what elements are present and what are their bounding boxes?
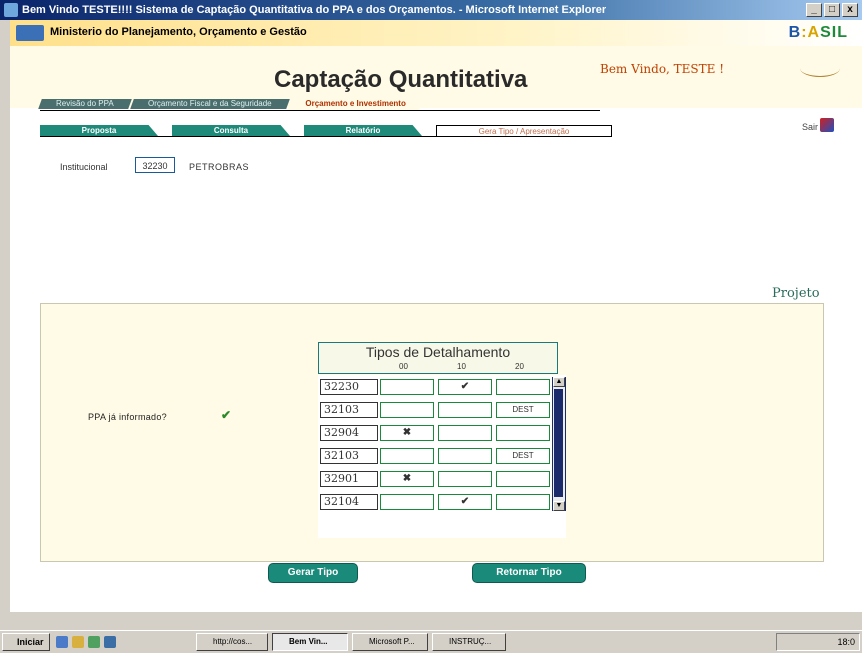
row-code: 32230 [320,379,378,395]
cell-20[interactable] [496,425,550,441]
ministry-bar: Ministerio do Planejamento, Orçamento e … [10,20,862,46]
institution-code-field[interactable]: 32230 [135,157,175,173]
row-code: 32103 [320,402,378,418]
status-bar [10,611,862,626]
tab-consulta[interactable]: Consulta [172,125,290,136]
scroll-up-icon[interactable]: ▲ [553,377,565,387]
cell-20[interactable]: DEST [496,402,550,418]
scroll-thumb[interactable] [554,389,563,497]
ppa-check-icon: ✔ [221,408,232,422]
quicklaunch-ie-icon[interactable] [104,636,116,648]
taskbar: Iniciar http://cos... Bem Vin... Microso… [0,630,862,653]
cell-10[interactable] [438,471,492,487]
row-code: 32901 [320,471,378,487]
maximize-button[interactable]: □ [824,3,840,17]
main-tabs-divider [40,110,600,111]
welcome-message: Bem Vindo, TESTE ! [600,62,725,76]
institution-label: Institucional [60,162,108,172]
column-header-00: 00 [399,362,408,371]
taskbar-item-http[interactable]: http://cos... [196,633,268,651]
cell-10[interactable] [438,425,492,441]
decorative-swoosh-icon [800,60,840,77]
minimize-button[interactable]: _ [806,3,822,17]
tab-orcamento-fiscal[interactable]: Orçamento Fiscal e da Seguridade [129,99,290,109]
quicklaunch-app-icon[interactable] [88,636,100,648]
cell-20[interactable] [496,471,550,487]
exit-link[interactable]: Sair [802,122,818,132]
detalhamento-grid: 32230 ✔ 32103 DEST 32904 ✖ 32103 DEST 32… [318,375,566,538]
cell-10-check-icon[interactable]: ✔ [438,494,492,510]
taskbar-item-instruc[interactable]: INSTRUÇ... [432,633,506,651]
window-titlebar: Bem Vindo TESTE!!!! Sistema de Captação … [0,0,862,20]
page-title: Captação Quantitativa [274,66,528,93]
start-button[interactable]: Iniciar [2,633,50,651]
cell-00[interactable] [380,448,434,464]
clock: 18:0 [837,637,855,647]
column-header-20: 20 [515,362,524,371]
ie-icon [4,3,18,17]
grid-scrollbar[interactable]: ▲ ▼ [552,377,566,511]
cell-10-check-icon[interactable]: ✔ [438,379,492,395]
taskbar-item-bem-vindo[interactable]: Bem Vin... [272,633,348,651]
ministry-name: Ministerio do Planejamento, Orçamento e … [50,26,307,38]
quicklaunch-folder-icon[interactable] [72,636,84,648]
tab-gera-tipo[interactable]: Gera Tipo / Apresentação [436,125,612,136]
cell-00[interactable] [380,402,434,418]
cell-20[interactable]: DEST [496,448,550,464]
cell-00-cross-icon[interactable]: ✖ [380,471,434,487]
section-projeto-label: Projeto [772,286,820,301]
row-code: 32104 [320,494,378,510]
quicklaunch-desktop-icon[interactable] [56,636,68,648]
cell-00[interactable] [380,379,434,395]
scroll-down-icon[interactable]: ▼ [553,501,565,511]
grid-header: Tipos de Detalhamento 00 10 20 [318,342,558,374]
exit-door-icon[interactable] [820,118,834,132]
row-code: 32103 [320,448,378,464]
tab-revisao-ppa[interactable]: Revisão do PPA [38,99,132,109]
window-title: Bem Vindo TESTE!!!! Sistema de Captação … [22,4,607,16]
taskbar-item-microsoft-p[interactable]: Microsoft P... [352,633,428,651]
cell-10[interactable] [438,402,492,418]
sub-tabs-divider [40,136,612,137]
ppa-informed-label: PPA já informado? [88,412,167,422]
system-tray: 18:0 [776,633,860,651]
tab-relatorio[interactable]: Relatório [304,125,422,136]
ministry-logo-icon [16,25,44,41]
brasil-logo: B:ASIL [788,24,848,41]
tab-proposta[interactable]: Proposta [40,125,158,136]
cell-00[interactable] [380,494,434,510]
gerar-tipo-button[interactable]: Gerar Tipo [268,563,358,583]
window-controls: _ □ x [806,3,858,17]
cell-10[interactable] [438,448,492,464]
institution-name: PETROBRAS [189,162,250,172]
close-button[interactable]: x [842,3,858,17]
main-tabs: Revisão do PPA Orçamento Fiscal e da Seg… [38,99,424,111]
retornar-tipo-button[interactable]: Retornar Tipo [472,563,586,583]
sub-tabs: Proposta Consulta Relatório Gera Tipo / … [40,125,626,136]
cell-20[interactable] [496,494,550,510]
row-code: 32904 [320,425,378,441]
grid-title: Tipos de Detalhamento [365,344,511,360]
column-header-10: 10 [457,362,466,371]
cell-20[interactable] [496,379,550,395]
cell-00-cross-icon[interactable]: ✖ [380,425,434,441]
